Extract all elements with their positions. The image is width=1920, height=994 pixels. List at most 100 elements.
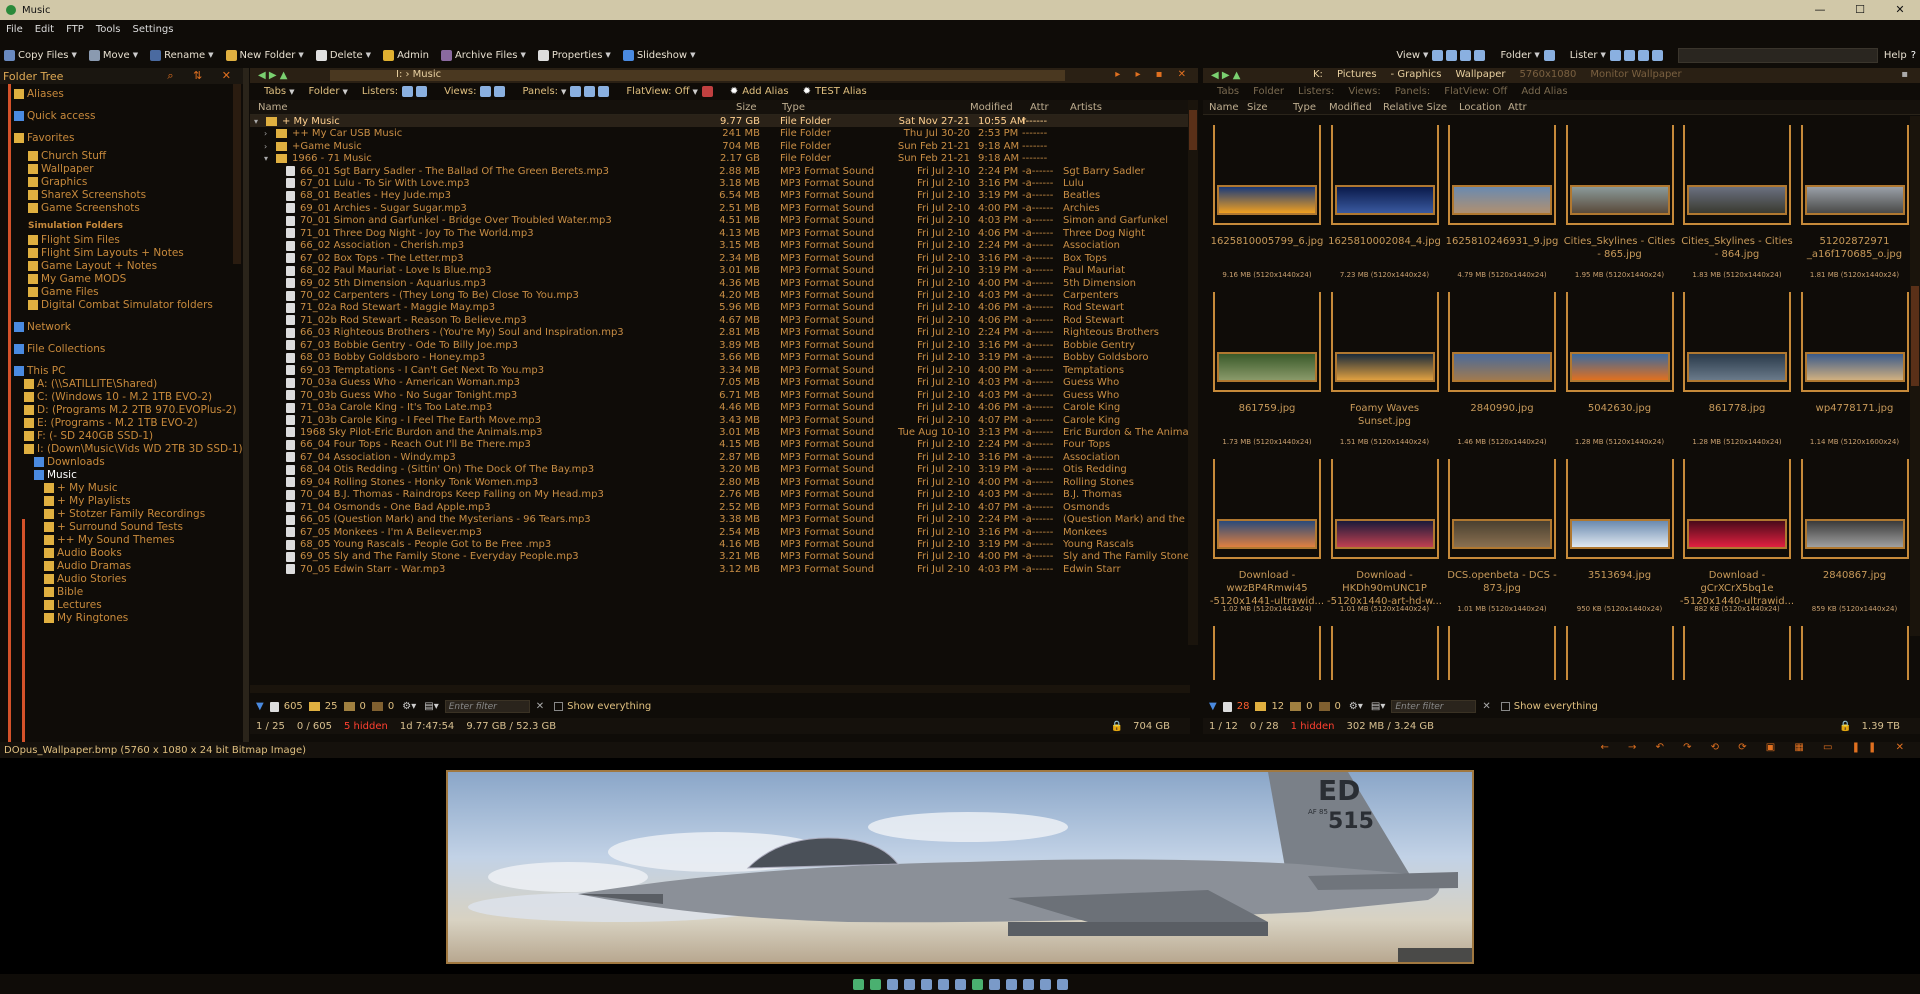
thumbnail-tile[interactable]: 51202872971 _a16f170685_o.jpg 1.81 MB (51… — [1797, 125, 1913, 290]
thumbnail-tile[interactable] — [1797, 626, 1913, 680]
thumbnail-tile[interactable]: Foamy Waves Sunset.jpg 1.51 MB (5120x1440… — [1327, 292, 1443, 457]
breadcrumb-segment[interactable]: Wallpaper — [1456, 69, 1506, 80]
thumbnail-tile[interactable]: 861759.jpg 1.73 MB (5120x1440x24) — [1209, 292, 1325, 457]
splitter[interactable] — [243, 68, 249, 743]
file-row[interactable]: 70_05 Edwin Starr - War.mp3 3.12 MB MP3 Fo… — [250, 563, 1190, 575]
thumbnail-tile[interactable]: 1625810002084_4.jpg 7.23 MB (5120x1440x24… — [1327, 125, 1443, 290]
right-panels-button[interactable]: Panels: — [1395, 86, 1431, 97]
copy-files-button[interactable]: Copy Files ▼ — [4, 49, 77, 61]
tree-item[interactable]: File Collections — [14, 343, 105, 355]
tree-scrollbar[interactable] — [233, 84, 241, 264]
filter-mode-icon[interactable]: ▤▾ — [424, 701, 438, 712]
rcol-relsize[interactable]: Relative Size — [1383, 102, 1447, 113]
file-row[interactable]: 70_02 Carpenters - (They Long To Be) Clo… — [250, 289, 1190, 301]
thumbnail-tile[interactable]: 2840867.jpg 859 KB (5120x1440x24) — [1797, 459, 1913, 624]
thumbnail-tile[interactable] — [1327, 626, 1443, 680]
tree-item[interactable]: My Ringtones — [44, 612, 128, 624]
menu-tools[interactable]: Tools — [96, 24, 121, 35]
col-name[interactable]: Name — [258, 102, 288, 113]
properties-button[interactable]: Properties ▼ — [537, 49, 611, 61]
views-button[interactable]: Views: — [444, 86, 508, 97]
new-folder-button[interactable]: New Folder ▼ — [225, 49, 304, 61]
file-row[interactable]: 70_03a Guess Who - American Woman.mp3 7.0… — [250, 376, 1190, 388]
right-flatview-button[interactable]: FlatView: Off — [1444, 86, 1507, 97]
rcol-modified[interactable]: Modified — [1329, 102, 1372, 113]
rename-button[interactable]: Rename ▼ — [150, 49, 214, 61]
tree-item[interactable]: + Surround Sound Tests — [44, 521, 183, 533]
tree-item[interactable]: F: (- SD 240GB SSD-1) — [24, 430, 153, 442]
thumbnail-tile[interactable] — [1562, 626, 1678, 680]
tree-item[interactable]: Audio Stories — [44, 573, 127, 585]
tree-item[interactable]: Graphics — [28, 176, 87, 188]
expand-toggle[interactable]: › — [264, 129, 276, 138]
col-size[interactable]: Size — [736, 102, 757, 113]
thumbnail-tile[interactable]: 1625810005799_6.jpg 9.16 MB (5120x1440x24… — [1209, 125, 1325, 290]
left-filter-input[interactable]: Enter filter — [444, 700, 530, 713]
move-button[interactable]: Move ▼ — [88, 49, 138, 61]
file-row[interactable]: 66_02 Association - Cherish.mp3 3.15 MB MP… — [250, 240, 1190, 252]
file-row[interactable]: 68_04 Otis Redding - (Sittin' On) The Do… — [250, 464, 1190, 476]
breadcrumb-segment[interactable]: 5760x1080 — [1520, 69, 1577, 80]
breadcrumb-segment[interactable]: Pictures — [1337, 69, 1377, 80]
file-row[interactable]: 1968 Sky Pilot-Eric Burdon and the Anima… — [250, 426, 1191, 438]
thumbnail-tile[interactable]: Cities_Skylines - Cities - 865.jpg 1.95 M… — [1562, 125, 1678, 290]
thumbnail-tile[interactable] — [1209, 626, 1325, 680]
file-row[interactable]: 69_04 Rolling Stones - Honky Tonk Women.… — [250, 476, 1190, 488]
file-row[interactable]: 66_03 Righteous Brothers - (You're My) S… — [250, 327, 1190, 339]
zoom-in-icon[interactable] — [920, 978, 932, 990]
right-scroll-thumb[interactable] — [1911, 286, 1919, 386]
rotate-right-icon[interactable] — [903, 978, 915, 990]
col-modified[interactable]: Modified — [970, 102, 1013, 113]
menu-file[interactable]: File — [6, 24, 23, 35]
thumbnail-tile[interactable] — [1444, 626, 1560, 680]
menu-edit[interactable]: Edit — [35, 24, 54, 35]
tree-item[interactable]: Music — [34, 469, 77, 481]
listers-button[interactable]: Listers: — [362, 86, 430, 97]
delete-button[interactable]: Delete ▼ — [315, 49, 371, 61]
tree-item[interactable]: Audio Dramas — [44, 560, 131, 572]
thumbnail-tile[interactable]: Cities_Skylines - Cities - 864.jpg 1.83 M… — [1679, 125, 1795, 290]
tree-item[interactable]: Downloads — [34, 456, 105, 468]
file-row[interactable]: 69_01 Archies - Sugar Sugar.mp3 2.51 MB MP… — [250, 202, 1190, 214]
col-artists[interactable]: Artists — [1070, 102, 1102, 113]
thumbnail-tile[interactable]: 5042630.jpg 1.28 MB (5120x1440x24) — [1562, 292, 1678, 457]
tree-item[interactable]: Flight Sim Layouts + Notes — [28, 247, 184, 259]
tree-item[interactable]: Digital Combat Simulator folders — [28, 299, 213, 311]
thumbnail-tile[interactable]: 861778.jpg 1.28 MB (5120x1440x24) — [1679, 292, 1795, 457]
right-clear-filter-icon[interactable]: ✕ — [1482, 701, 1490, 712]
prev-image-icon[interactable] — [852, 978, 864, 990]
folder-menu[interactable]: Folder ▼ — [1500, 49, 1557, 61]
admin-button[interactable]: Admin — [383, 49, 429, 61]
zoom-out-icon[interactable] — [937, 978, 949, 990]
file-row[interactable]: 71_02b Rod Stewart - Reason To Believe.m… — [250, 314, 1190, 326]
breadcrumb-segment[interactable]: K: — [1313, 69, 1323, 80]
tree-item[interactable]: Game Files — [28, 286, 99, 298]
thumbnail-tile[interactable]: 3513694.jpg 950 KB (5120x1440x24) — [1562, 459, 1678, 624]
tree-item[interactable]: Favorites — [14, 132, 74, 144]
thumbnail-tile[interactable]: Download -gCrXCrX5bq1e -5120x1440-ultraw… — [1679, 459, 1795, 624]
info-icon[interactable] — [988, 978, 1000, 990]
file-row[interactable]: 66_05 (Question Mark) and the Mysterians… — [250, 513, 1197, 525]
tree-item[interactable]: Game Screenshots — [28, 202, 140, 214]
filter-icon[interactable]: ▼ — [256, 701, 264, 712]
tree-item[interactable]: Audio Books — [44, 547, 122, 559]
right-filter-input[interactable]: Enter filter — [1391, 700, 1477, 713]
file-row[interactable]: 67_01 Lulu - To Sir With Love.mp3 3.18 MB… — [250, 177, 1190, 189]
settings-gear-icon[interactable]: ⚙▾ — [402, 701, 416, 712]
file-row[interactable]: 68_02 Paul Mauriat - Love Is Blue.mp3 3.0… — [250, 264, 1190, 276]
tree-item[interactable]: ShareX Screenshots — [28, 189, 146, 201]
options-icon[interactable] — [1056, 978, 1068, 990]
right-settings-gear-icon[interactable]: ⚙▾ — [1349, 701, 1363, 712]
file-row[interactable]: 67_03 Bobbie Gentry - Ode To Billy Joe.m… — [250, 339, 1190, 351]
file-row[interactable]: 70_01 Simon and Garfunkel - Bridge Over … — [250, 215, 1190, 227]
left-vertical-scrollbar[interactable] — [1188, 100, 1198, 645]
left-path-bar[interactable]: ◀ ▶ ▲ I: › Music ▸ ▸ ▪ ✕ — [250, 68, 1198, 83]
tree-item[interactable]: Flight Sim Files — [28, 234, 120, 246]
thumbnail-tile[interactable]: wp4778171.jpg 1.14 MB (5120x1600x24) — [1797, 292, 1913, 457]
rotate-left-icon[interactable] — [886, 978, 898, 990]
right-folder-button[interactable]: Folder — [1253, 86, 1284, 97]
tree-item[interactable]: E: (Programs - M.2 1TB EVO-2) — [24, 417, 198, 429]
right-tabs-button[interactable]: Tabs — [1217, 86, 1239, 97]
folder-button[interactable]: Folder ▼ — [309, 86, 348, 97]
right-path-buttons[interactable]: ▪ — [1901, 69, 1914, 80]
